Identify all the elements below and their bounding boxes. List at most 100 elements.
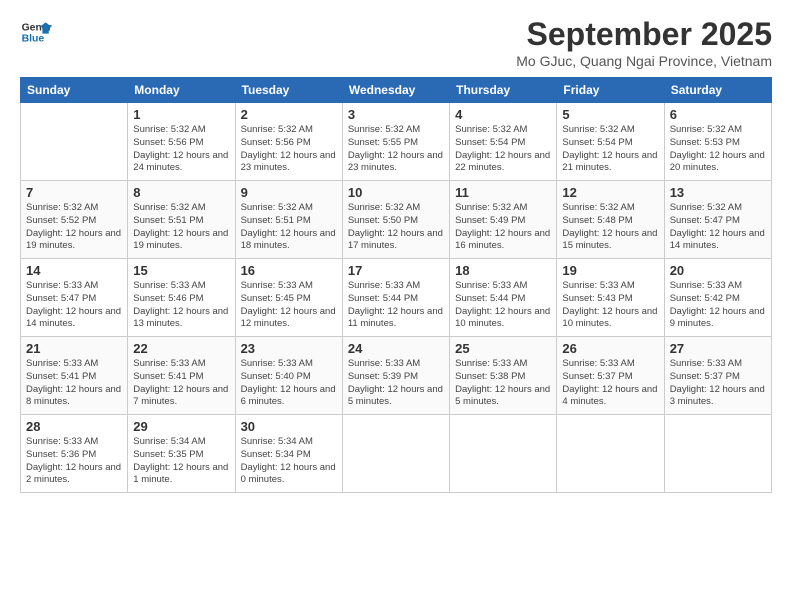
day-detail: Sunrise: 5:33 AM Sunset: 5:42 PM Dayligh… [670,280,766,331]
day-number: 26 [562,341,658,356]
day-detail: Sunrise: 5:32 AM Sunset: 5:48 PM Dayligh… [562,202,658,253]
day-detail: Sunrise: 5:33 AM Sunset: 5:46 PM Dayligh… [133,280,229,331]
day-number: 8 [133,185,229,200]
day-detail: Sunrise: 5:33 AM Sunset: 5:43 PM Dayligh… [562,280,658,331]
week-row-4: 21 Sunrise: 5:33 AM Sunset: 5:41 PM Dayli… [21,337,772,415]
day-detail: Sunrise: 5:33 AM Sunset: 5:44 PM Dayligh… [348,280,444,331]
day-number: 21 [26,341,122,356]
calendar-cell [342,415,449,493]
day-header-sunday: Sunday [21,78,128,103]
day-detail: Sunrise: 5:33 AM Sunset: 5:36 PM Dayligh… [26,436,122,487]
day-detail: Sunrise: 5:33 AM Sunset: 5:41 PM Dayligh… [133,358,229,409]
day-number: 19 [562,263,658,278]
calendar-cell: 15 Sunrise: 5:33 AM Sunset: 5:46 PM Dayli… [128,259,235,337]
day-detail: Sunrise: 5:34 AM Sunset: 5:34 PM Dayligh… [241,436,337,487]
day-number: 2 [241,107,337,122]
day-detail: Sunrise: 5:32 AM Sunset: 5:56 PM Dayligh… [133,124,229,175]
day-detail: Sunrise: 5:32 AM Sunset: 5:50 PM Dayligh… [348,202,444,253]
day-number: 5 [562,107,658,122]
day-number: 22 [133,341,229,356]
calendar-cell: 18Sunrise: 5:33 AM Sunset: 5:44 PM Dayli… [450,259,557,337]
day-detail: Sunrise: 5:33 AM Sunset: 5:40 PM Dayligh… [241,358,337,409]
calendar-cell: 6Sunrise: 5:32 AM Sunset: 5:53 PM Daylig… [664,103,771,181]
day-detail: Sunrise: 5:32 AM Sunset: 5:51 PM Dayligh… [241,202,337,253]
calendar-cell [450,415,557,493]
day-number: 7 [26,185,122,200]
calendar-cell: 2 Sunrise: 5:32 AM Sunset: 5:56 PM Daylig… [235,103,342,181]
logo: General Blue [20,16,52,48]
week-row-5: 28 Sunrise: 5:33 AM Sunset: 5:36 PM Dayli… [21,415,772,493]
calendar-cell: 4 Sunrise: 5:32 AM Sunset: 5:54 PM Daylig… [450,103,557,181]
calendar-cell: 11 Sunrise: 5:32 AM Sunset: 5:49 PM Dayli… [450,181,557,259]
calendar-cell: 25Sunrise: 5:33 AM Sunset: 5:38 PM Dayli… [450,337,557,415]
calendar-cell: 20Sunrise: 5:33 AM Sunset: 5:42 PM Dayli… [664,259,771,337]
calendar-cell: 7 Sunrise: 5:32 AM Sunset: 5:52 PM Daylig… [21,181,128,259]
week-row-3: 14 Sunrise: 5:33 AM Sunset: 5:47 PM Dayli… [21,259,772,337]
day-number: 27 [670,341,766,356]
day-number: 14 [26,263,122,278]
day-number: 11 [455,185,551,200]
calendar-cell: 28 Sunrise: 5:33 AM Sunset: 5:36 PM Dayli… [21,415,128,493]
day-detail: Sunrise: 5:32 AM Sunset: 5:51 PM Dayligh… [133,202,229,253]
header: General Blue September 2025 Mo GJuc, Qua… [20,16,772,69]
day-detail: Sunrise: 5:33 AM Sunset: 5:41 PM Dayligh… [26,358,122,409]
logo-icon: General Blue [20,16,52,48]
day-detail: Sunrise: 5:32 AM Sunset: 5:49 PM Dayligh… [455,202,551,253]
calendar-cell: 30Sunrise: 5:34 AM Sunset: 5:34 PM Dayli… [235,415,342,493]
day-detail: Sunrise: 5:32 AM Sunset: 5:54 PM Dayligh… [455,124,551,175]
week-row-1: 1 Sunrise: 5:32 AM Sunset: 5:56 PM Daylig… [21,103,772,181]
calendar-cell [21,103,128,181]
calendar-cell: 19 Sunrise: 5:33 AM Sunset: 5:43 PM Dayli… [557,259,664,337]
calendar-cell: 27 Sunrise: 5:33 AM Sunset: 5:37 PM Dayli… [664,337,771,415]
calendar-cell: 1 Sunrise: 5:32 AM Sunset: 5:56 PM Daylig… [128,103,235,181]
day-number: 12 [562,185,658,200]
calendar-cell: 14 Sunrise: 5:33 AM Sunset: 5:47 PM Dayli… [21,259,128,337]
day-detail: Sunrise: 5:32 AM Sunset: 5:56 PM Dayligh… [241,124,337,175]
calendar-cell [664,415,771,493]
day-detail: Sunrise: 5:33 AM Sunset: 5:39 PM Dayligh… [348,358,444,409]
day-detail: Sunrise: 5:32 AM Sunset: 5:55 PM Dayligh… [348,124,444,175]
day-number: 4 [455,107,551,122]
day-detail: Sunrise: 5:34 AM Sunset: 5:35 PM Dayligh… [133,436,229,487]
location-title: Mo GJuc, Quang Ngai Province, Vietnam [516,53,772,69]
day-header-wednesday: Wednesday [342,78,449,103]
day-detail: Sunrise: 5:32 AM Sunset: 5:54 PM Dayligh… [562,124,658,175]
calendar-cell: 21 Sunrise: 5:33 AM Sunset: 5:41 PM Dayli… [21,337,128,415]
day-header-saturday: Saturday [664,78,771,103]
day-header-tuesday: Tuesday [235,78,342,103]
day-number: 1 [133,107,229,122]
calendar-cell: 26 Sunrise: 5:33 AM Sunset: 5:37 PM Dayli… [557,337,664,415]
day-number: 23 [241,341,337,356]
day-number: 24 [348,341,444,356]
calendar-cell: 3Sunrise: 5:32 AM Sunset: 5:55 PM Daylig… [342,103,449,181]
month-title: September 2025 [516,16,772,53]
title-area: September 2025 Mo GJuc, Quang Ngai Provi… [516,16,772,69]
calendar-cell: 12 Sunrise: 5:32 AM Sunset: 5:48 PM Dayli… [557,181,664,259]
day-detail: Sunrise: 5:33 AM Sunset: 5:47 PM Dayligh… [26,280,122,331]
calendar-cell: 29Sunrise: 5:34 AM Sunset: 5:35 PM Dayli… [128,415,235,493]
day-number: 10 [348,185,444,200]
calendar-cell: 16 Sunrise: 5:33 AM Sunset: 5:45 PM Dayli… [235,259,342,337]
day-header-monday: Monday [128,78,235,103]
calendar-body: 1 Sunrise: 5:32 AM Sunset: 5:56 PM Daylig… [21,103,772,493]
day-header-thursday: Thursday [450,78,557,103]
calendar-cell: 23 Sunrise: 5:33 AM Sunset: 5:40 PM Dayli… [235,337,342,415]
calendar-cell: 13Sunrise: 5:32 AM Sunset: 5:47 PM Dayli… [664,181,771,259]
day-detail: Sunrise: 5:32 AM Sunset: 5:52 PM Dayligh… [26,202,122,253]
day-header-friday: Friday [557,78,664,103]
day-number: 6 [670,107,766,122]
day-detail: Sunrise: 5:33 AM Sunset: 5:37 PM Dayligh… [670,358,766,409]
calendar-cell: 24 Sunrise: 5:33 AM Sunset: 5:39 PM Dayli… [342,337,449,415]
calendar-cell [557,415,664,493]
calendar-cell: 17Sunrise: 5:33 AM Sunset: 5:44 PM Dayli… [342,259,449,337]
calendar-cell: 9Sunrise: 5:32 AM Sunset: 5:51 PM Daylig… [235,181,342,259]
day-number: 28 [26,419,122,434]
day-detail: Sunrise: 5:33 AM Sunset: 5:45 PM Dayligh… [241,280,337,331]
day-number: 25 [455,341,551,356]
day-detail: Sunrise: 5:33 AM Sunset: 5:44 PM Dayligh… [455,280,551,331]
day-number: 16 [241,263,337,278]
calendar-cell: 10 Sunrise: 5:32 AM Sunset: 5:50 PM Dayli… [342,181,449,259]
day-detail: Sunrise: 5:33 AM Sunset: 5:37 PM Dayligh… [562,358,658,409]
day-number: 15 [133,263,229,278]
week-row-2: 7 Sunrise: 5:32 AM Sunset: 5:52 PM Daylig… [21,181,772,259]
